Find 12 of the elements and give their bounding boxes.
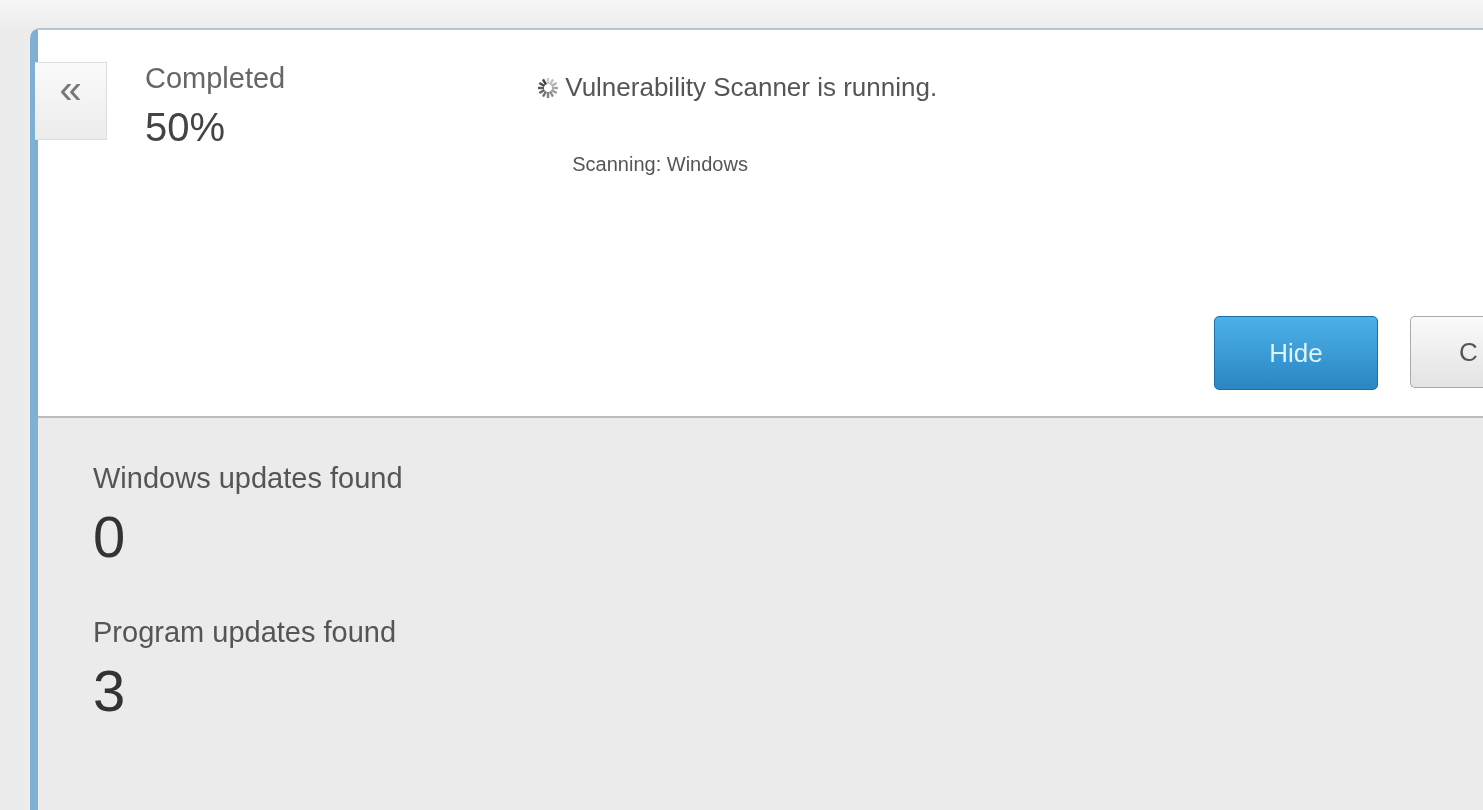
hide-button[interactable]: Hide — [1214, 316, 1378, 390]
secondary-button[interactable]: C — [1410, 316, 1483, 388]
result-label: Windows updates found — [93, 462, 404, 495]
result-count: 3 — [93, 657, 127, 724]
percent-value: 50% — [145, 105, 227, 150]
status-message: Vulnerability Scanner is running. — [565, 72, 938, 103]
spinner-icon — [537, 76, 560, 99]
result-label: Program updates found — [93, 616, 398, 649]
collapse-button[interactable]: « — [35, 62, 107, 140]
scan-detail: Scanning: Windows — [572, 153, 749, 176]
result-count: 0 — [93, 503, 127, 570]
completed-label: Completed — [145, 62, 286, 95]
